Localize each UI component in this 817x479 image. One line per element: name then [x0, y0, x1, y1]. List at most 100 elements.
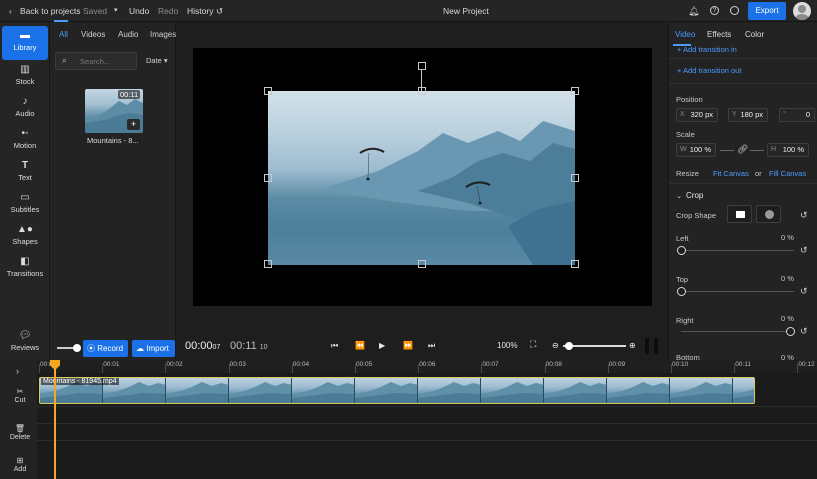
back-arrow-icon[interactable]: ‹ — [9, 6, 12, 16]
tab-effects[interactable]: Effects — [707, 30, 731, 39]
crop-right-knob[interactable] — [786, 327, 795, 336]
add-transition-out-link[interactable]: + Add transition out — [677, 66, 741, 75]
rotation-field[interactable]: ° 0 — [779, 108, 815, 122]
tab-videos[interactable]: Videos — [81, 30, 105, 39]
zoom-out-icon[interactable]: ⊖ — [552, 341, 559, 350]
expand-chevron-icon[interactable]: › — [16, 366, 19, 376]
nav-shapes[interactable]: ▲● Shapes — [2, 220, 48, 252]
redo-button[interactable]: Redo — [158, 6, 178, 16]
saved-dropdown-icon[interactable]: ▾ — [114, 6, 118, 14]
crop-top-knob[interactable] — [677, 287, 686, 296]
clip-filmstrip — [40, 378, 754, 403]
skip-to-end-icon[interactable]: ⏭ — [428, 341, 435, 351]
nav-text[interactable]: T Text — [2, 156, 48, 188]
timeline-video-clip[interactable] — [39, 377, 755, 404]
skip-to-start-icon[interactable]: ⏮ — [331, 341, 338, 351]
nav-audio[interactable]: ♪ Audio — [2, 92, 48, 124]
avatar[interactable] — [793, 2, 811, 20]
tab-color[interactable]: Color — [745, 30, 764, 39]
nav-reviews[interactable]: 💬︎ Reviews — [2, 326, 48, 358]
export-button[interactable]: Export — [748, 2, 786, 20]
fit-canvas-link[interactable]: Fit Canvas — [713, 169, 749, 178]
ruler-tick-label: 00:10 — [672, 361, 689, 368]
nav-subtitles-label: Subtitles — [10, 205, 40, 214]
saved-status: Saved — [83, 6, 108, 16]
tab-audio[interactable]: Audio — [118, 30, 138, 39]
reset-crop-top-icon[interactable]: ↺ — [800, 286, 808, 297]
crop-section-title[interactable]: Crop — [686, 191, 703, 200]
crop-left-knob[interactable] — [677, 246, 686, 255]
reset-crop-right-icon[interactable]: ↺ — [800, 326, 808, 337]
search-input[interactable] — [80, 56, 132, 67]
nav-audio-label: Audio — [15, 109, 35, 118]
undo-button[interactable]: Undo — [129, 6, 149, 16]
import-button[interactable]: ☁ Import — [132, 340, 175, 357]
crop-right-slider[interactable] — [681, 331, 794, 332]
panel-toggle-left[interactable] — [645, 338, 649, 354]
fast-forward-icon[interactable]: ⏩ — [403, 341, 413, 350]
crop-left-slider[interactable] — [681, 250, 794, 251]
resize-handle-top[interactable] — [418, 87, 426, 95]
collapse-chevron-icon[interactable]: ⌄ — [676, 191, 682, 200]
scale-width-value: 100 % — [689, 145, 711, 154]
globe-icon[interactable] — [730, 6, 739, 15]
crop-top-value: 0 % — [781, 274, 794, 283]
help-icon[interactable]: ? — [710, 6, 719, 15]
resize-handle-top-left[interactable] — [264, 87, 272, 95]
resize-handle-bottom-left[interactable] — [264, 260, 272, 268]
ruler-tick-label: 00:12 — [798, 361, 815, 368]
nav-library[interactable]: ▬ Library — [2, 26, 48, 60]
add-track-button[interactable]: ⊞ Add — [5, 456, 35, 478]
cut-button[interactable]: ✂ Cut — [5, 387, 35, 409]
crop-top-label: Top — [676, 275, 689, 284]
volume-slider-knob[interactable] — [73, 344, 81, 352]
position-x-field[interactable]: X 320 px — [676, 108, 718, 122]
link-aspect-icon[interactable]: 🔗︎ — [737, 144, 748, 155]
tab-images[interactable]: Images — [150, 30, 176, 39]
crop-right-label: Right — [676, 316, 694, 325]
resize-handle-bottom[interactable] — [418, 260, 426, 268]
resize-handle-right[interactable] — [571, 174, 579, 182]
history-button[interactable]: History — [187, 6, 213, 16]
play-icon[interactable]: ▶ — [379, 341, 385, 350]
project-title[interactable]: New Project — [443, 6, 489, 16]
sort-dropdown[interactable]: Date ▾ — [146, 56, 168, 65]
reset-crop-shape-icon[interactable]: ↺ — [800, 210, 808, 221]
scale-width-field[interactable]: W 100 % — [676, 143, 716, 157]
bell-icon[interactable]: 🔔︎ — [688, 6, 699, 17]
back-to-projects-link[interactable]: Back to projects — [20, 6, 80, 16]
resize-handle-left[interactable] — [264, 174, 272, 182]
nav-transitions[interactable]: ◧ Transitions — [2, 252, 48, 284]
record-button[interactable]: ⦿ Record — [83, 340, 128, 357]
panel-toggle-right[interactable] — [654, 338, 658, 354]
position-y-field[interactable]: Y 180 px — [728, 108, 768, 122]
nav-stock[interactable]: ▥ Stock — [2, 60, 48, 92]
rectangle-shape-icon — [736, 211, 745, 218]
add-transition-in-link[interactable]: + Add transition in — [677, 45, 737, 54]
nav-subtitles[interactable]: ▭ Subtitles — [2, 188, 48, 220]
scale-height-field[interactable]: H 100 % — [767, 143, 809, 157]
delete-button[interactable]: 🗑︎ Delete — [5, 424, 35, 446]
rewind-icon[interactable]: ⏪ — [355, 341, 365, 350]
upload-cloud-icon: ☁ — [136, 344, 144, 353]
reset-crop-left-icon[interactable]: ↺ — [800, 245, 808, 256]
fullscreen-icon[interactable]: ⛶ — [530, 339, 536, 350]
resize-handle-top-right[interactable] — [571, 87, 579, 95]
playhead[interactable] — [54, 360, 56, 479]
nav-motion[interactable]: •◦ Motion — [2, 124, 48, 156]
rotate-handle[interactable] — [418, 62, 426, 70]
media-name: Mountains - 8... — [87, 136, 139, 145]
crop-shape-circle[interactable] — [756, 205, 781, 223]
video-frame[interactable] — [268, 91, 575, 265]
crop-shape-rectangle[interactable] — [727, 205, 752, 223]
search-icon: ⌕ — [62, 55, 68, 65]
tab-video[interactable]: Video — [675, 30, 695, 39]
resize-handle-bottom-right[interactable] — [571, 260, 579, 268]
current-frames: 07 — [212, 344, 221, 351]
tab-all[interactable]: All — [59, 30, 68, 39]
zoom-in-icon[interactable]: ⊕ — [629, 341, 636, 350]
crop-top-slider[interactable] — [681, 291, 794, 292]
add-to-timeline-icon[interactable]: + — [127, 119, 140, 130]
fill-canvas-link[interactable]: Fill Canvas — [769, 169, 806, 178]
preview-zoom-level[interactable]: 100% — [497, 341, 517, 350]
